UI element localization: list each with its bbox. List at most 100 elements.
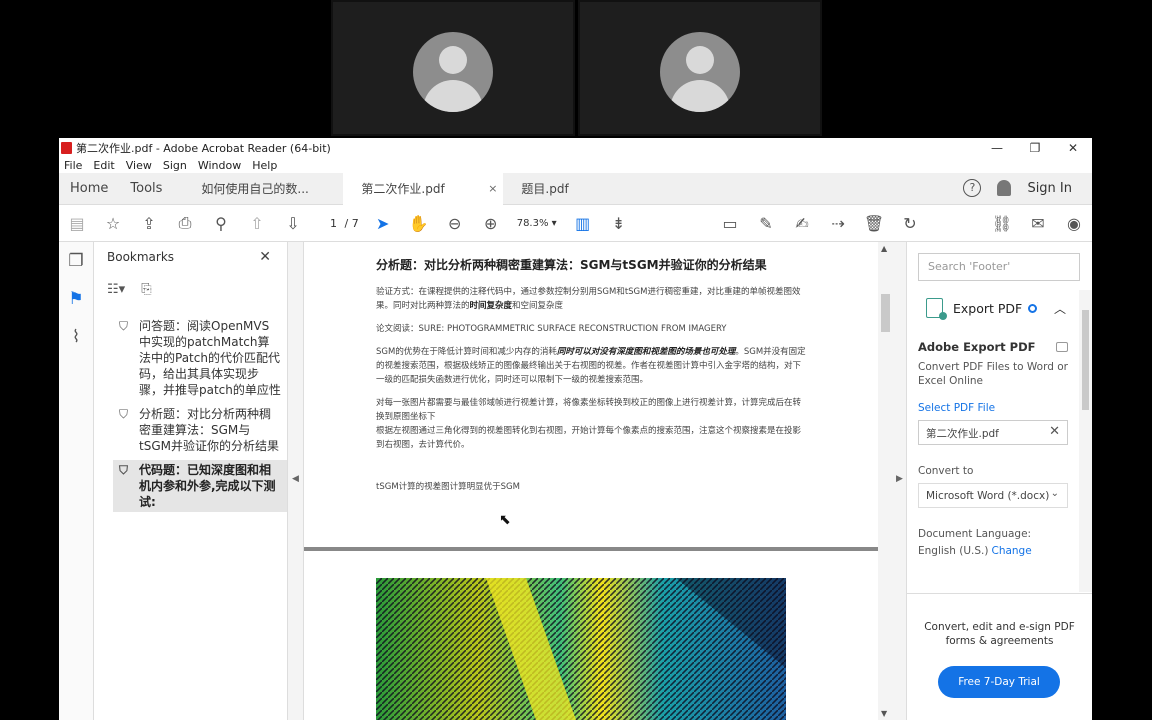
remove-file-icon[interactable]: ✕	[1049, 424, 1060, 439]
menu-sign[interactable]: Sign	[163, 159, 187, 172]
doc-tab-2[interactable]: 第二次作业.pdf ×	[343, 172, 504, 205]
collapse-right-panel-handle[interactable]: ▶	[893, 242, 907, 720]
tab-bar: Home Tools 如何使用自己的数... 第二次作业.pdf × 题目.pd…	[59, 172, 1092, 205]
page-total: / 7	[344, 216, 359, 230]
share-doc-icon[interactable]: ⇢	[820, 214, 856, 233]
video-tile-1[interactable]	[331, 0, 575, 136]
minimize-button[interactable]: —	[978, 141, 1016, 155]
page-indicator: 1 / 7	[317, 217, 359, 230]
menu-window[interactable]: Window	[198, 159, 241, 172]
sign-in-button[interactable]: Sign In	[1027, 181, 1072, 196]
search-input[interactable]: Search 'Footer'	[918, 253, 1080, 281]
export-pdf-header[interactable]: Export PDF ︿	[926, 298, 1066, 320]
bookmark-options-icon[interactable]: ☷▾	[107, 282, 125, 297]
tab-home[interactable]: Home	[59, 181, 119, 196]
arrow-up-icon[interactable]: ⇧	[239, 214, 275, 233]
page-separator	[304, 547, 878, 551]
doc-tab-3[interactable]: 题目.pdf	[503, 173, 663, 205]
account-icon[interactable]: ◉	[1056, 214, 1092, 233]
chevron-down-icon: ⌄	[1050, 488, 1059, 499]
restore-button[interactable]: ❐	[1016, 141, 1054, 155]
help-icon[interactable]: ?	[963, 179, 982, 197]
collapse-left-panel-handle[interactable]: ◀	[288, 242, 304, 720]
scroll-thumb[interactable]	[881, 294, 890, 332]
doc-text: 和空间复杂度	[512, 301, 564, 311]
cursor-arrow-icon[interactable]: ➤	[365, 214, 401, 233]
export-pdf-icon	[926, 298, 947, 320]
save-icon[interactable]: ▤	[59, 214, 95, 233]
document-view[interactable]: 分析题：对比分析两种稠密重建算法：SGM与tSGM并验证你的分析结果 验证方式：…	[304, 242, 878, 720]
video-tile-2[interactable]	[578, 0, 822, 136]
menu-file[interactable]: File	[64, 159, 82, 172]
page-number-input[interactable]: 1	[317, 217, 341, 230]
rotate-icon[interactable]: ↻	[892, 214, 928, 233]
menu-edit[interactable]: Edit	[93, 159, 114, 172]
doc-paragraph: 论文阅读：SURE: PHOTOGRAMMETRIC SURFACE RECON…	[376, 324, 727, 334]
notification-bell-icon[interactable]	[997, 180, 1012, 196]
doc-paragraph: 对每一张图片都需要与最佳邻域帧进行视差计算，将像素坐标转换到校正的图像上进行视差…	[376, 396, 806, 452]
star-icon[interactable]: ☆	[95, 214, 131, 233]
zoom-value: 78.3%	[516, 217, 549, 229]
doc-text: SGM的优势在于降低计算时间和减少内存的消耗	[376, 347, 557, 357]
bookmark-item[interactable]: ⛉ 问答题：阅读OpenMVS中实现的patchMatch算法中的Patch的代…	[94, 316, 287, 400]
doc-text: 验证方式：在课程提供的注释代码中，通过参数控制分别用SGM和tSGM进行稠密重建…	[376, 287, 801, 311]
section-title: Adobe Export PDF	[918, 340, 1036, 354]
bookmark-item-selected[interactable]: ⛉ 代码题：已知深度图和相机内参和外参,完成以下测试:	[113, 460, 287, 512]
select-pdf-file-link[interactable]: Select PDF File	[918, 402, 1068, 414]
acrobat-app-icon	[61, 141, 72, 154]
doc-tab-label: 题目.pdf	[521, 182, 569, 196]
zoom-in-icon[interactable]: ⊕	[473, 214, 509, 233]
menu-help[interactable]: Help	[252, 159, 277, 172]
magnifier-icon[interactable]: ⚲	[203, 214, 239, 233]
page-layout-icon[interactable]: ▥	[565, 214, 601, 233]
chevron-up-icon[interactable]: ︿	[1054, 300, 1066, 317]
selected-file-field: 第二次作业.pdf ✕	[918, 420, 1068, 445]
scroll-thumb[interactable]	[1082, 310, 1089, 410]
bookmark-label: 分析题：对比分析两种稠密重建算法：SGM与tSGM并验证你的分析结果	[139, 407, 279, 453]
close-window-button[interactable]: ✕	[1054, 141, 1092, 155]
delete-icon[interactable]: 🗑	[856, 214, 892, 233]
language-label: Document Language:	[918, 528, 1032, 540]
close-bookmarks-icon[interactable]: ✕	[259, 249, 271, 265]
doc-tab-1[interactable]: 如何使用自己的数...	[183, 173, 343, 205]
new-bookmark-icon[interactable]: ⎘	[141, 282, 151, 297]
attachment-icon[interactable]: ⌇	[59, 318, 93, 356]
export-pdf-section: Export PDF ︿ Adobe Export PDF Convert PD…	[907, 290, 1079, 600]
scroll-down-icon[interactable]: ▼	[881, 709, 887, 718]
menu-view[interactable]: View	[126, 159, 152, 172]
doc-text: 根据左视图通过三角化得到的视差图转化到右视图，开始计算每个像素点的搜索范围，注意…	[376, 426, 802, 450]
free-trial-button[interactable]: Free 7-Day Trial	[938, 666, 1060, 698]
user-avatar-icon	[660, 32, 740, 112]
print-icon[interactable]: ⎙	[167, 213, 203, 233]
screen: 第二次作业.pdf - Adobe Acrobat Reader (64-bit…	[0, 0, 1152, 720]
bookmark-item[interactable]: ⛉ 分析题：对比分析两种稠密重建算法：SGM与tSGM并验证你的分析结果	[94, 404, 287, 456]
doc-tab-label: 第二次作业.pdf	[361, 182, 445, 196]
doc-paragraph: 验证方式：在课程提供的注释代码中，通过参数控制分别用SGM和tSGM进行稠密重建…	[376, 285, 806, 313]
scroll-mode-icon[interactable]: ⇟	[601, 214, 637, 233]
panel-scrollbar[interactable]	[1079, 290, 1092, 592]
hand-icon[interactable]: ✋	[401, 214, 437, 233]
doc-paragraph: SGM的优势在于降低计算时间和减少内存的消耗同时可以对没有深度图和视差图的场景也…	[376, 345, 806, 387]
export-pdf-title: Export PDF	[953, 300, 1023, 316]
mail-icon[interactable]: ✉	[1020, 214, 1056, 233]
close-tab-icon[interactable]: ×	[488, 182, 497, 195]
document-scrollbar[interactable]: ▲ ▼	[878, 242, 893, 720]
comment-icon[interactable]	[1056, 342, 1068, 352]
change-language-link[interactable]: Change	[991, 545, 1031, 557]
bookmark-panel-icon[interactable]: ⚑	[59, 280, 93, 318]
page-thumbnails-icon[interactable]: ❐	[59, 242, 93, 280]
sign-icon[interactable]: ✍	[784, 214, 820, 233]
upload-icon[interactable]: ⇪	[131, 214, 167, 233]
tab-tools[interactable]: Tools	[119, 181, 173, 196]
arrow-down-icon[interactable]: ⇩	[275, 214, 311, 233]
right-tools-panel: Search 'Footer' Export PDF ︿ Adobe Expor…	[907, 242, 1092, 720]
zoom-out-icon[interactable]: ⊖	[437, 214, 473, 233]
comment-icon[interactable]: ▭	[712, 214, 748, 233]
doc-heading: 分析题：对比分析两种稠密重建算法：SGM与tSGM并验证你的分析结果	[376, 258, 767, 272]
highlight-pen-icon[interactable]: ✎	[748, 214, 784, 233]
zoom-level-select[interactable]: 78.3% ▾	[509, 218, 565, 229]
scroll-up-icon[interactable]: ▲	[881, 244, 887, 253]
convert-format-select[interactable]: Microsoft Word (*.docx) ⌄	[918, 483, 1068, 508]
link-icon[interactable]: ⛓	[984, 214, 1020, 233]
info-icon[interactable]	[1028, 303, 1038, 313]
